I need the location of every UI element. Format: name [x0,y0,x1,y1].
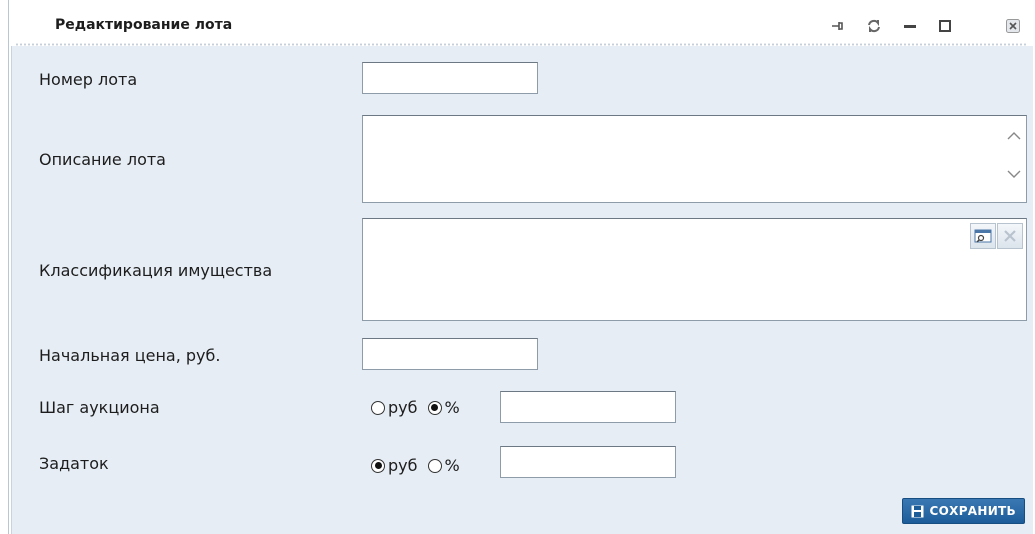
property-classification-label: Классификация имущества [39,261,273,280]
scroll-down-icon[interactable] [1007,169,1021,179]
minimize-icon[interactable] [898,14,922,38]
form-panel: Номер лота Описание лота Классификация и… [11,46,1033,534]
save-button-label: СОХРАНИТЬ [929,504,1016,518]
close-icon[interactable] [1001,14,1025,38]
save-button[interactable]: СОХРАНИТЬ [901,498,1025,524]
start-price-input[interactable] [362,338,538,370]
window-titlebar[interactable]: Редактирование лота [9,0,1034,46]
select-icon[interactable] [970,223,996,249]
auction-step-percent-radio[interactable] [427,400,442,415]
auction-step-input[interactable] [500,391,676,423]
lot-description-wrapper [362,115,1027,203]
window-title: Редактирование лота [55,17,233,33]
lot-number-input[interactable] [362,62,538,94]
scroll-up-icon[interactable] [1007,131,1021,141]
lot-description-textarea[interactable] [362,115,1027,203]
lot-number-label: Номер лота [39,70,138,89]
deposit-rub-label: руб [388,456,418,475]
auction-step-rub-radio[interactable] [371,400,385,415]
pin-icon[interactable] [825,14,849,38]
lot-description-label: Описание лота [39,150,166,169]
property-classification-field[interactable] [362,218,1027,321]
auction-step-radio-group: руб % [371,398,460,417]
edit-lot-window: Редактирование лота Номер лота Описание … [8,0,1034,534]
deposit-rub-radio[interactable] [371,458,385,473]
maximize-icon[interactable] [933,14,957,38]
auction-step-rub-label: руб [388,398,418,417]
deposit-percent-label: % [444,456,460,475]
clear-icon[interactable] [997,223,1023,249]
auction-step-percent-label: % [444,398,460,417]
deposit-percent-radio[interactable] [427,458,442,473]
floppy-disk-icon [911,505,924,517]
start-price-label: Начальная цена, руб. [39,346,221,365]
refresh-icon[interactable] [862,14,886,38]
deposit-input[interactable] [500,446,676,478]
deposit-radio-group: руб % [371,456,460,475]
auction-step-label: Шаг аукциона [39,398,160,417]
deposit-label: Задаток [39,454,109,473]
